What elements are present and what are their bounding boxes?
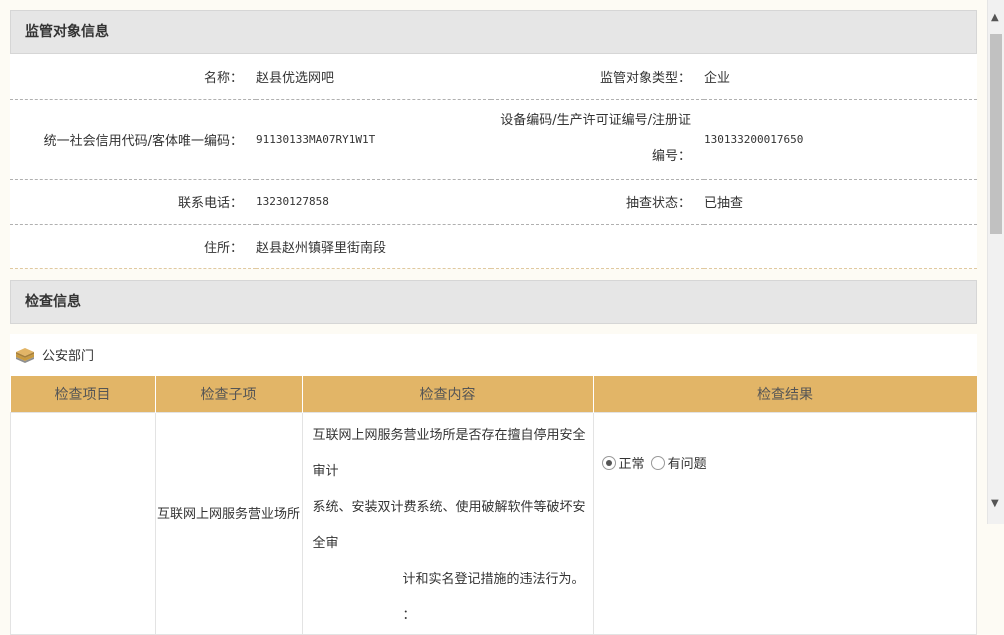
- supervision-section-title: 监管对象信息: [10, 10, 977, 54]
- address-value: 赵县赵州镇驿里街南段: [256, 224, 977, 269]
- scroll-up-icon[interactable]: ▲: [991, 12, 999, 24]
- main-content: 监管对象信息 名称： 赵县优选网吧 监管对象类型： 企业 统一社会信用代码/客体…: [10, 0, 977, 635]
- status-value: 已抽查: [704, 179, 977, 225]
- device-label-line2: 编号：: [651, 149, 691, 164]
- radio-normal-label: 正常: [618, 456, 645, 472]
- type-label: 监管对象类型：: [491, 54, 704, 100]
- name-label: 名称：: [10, 54, 256, 100]
- address-label: 住所：: [10, 224, 256, 269]
- check-item-cell: [10, 411, 156, 635]
- radio-normal[interactable]: [601, 455, 616, 470]
- name-value: 赵县优选网吧: [256, 54, 491, 100]
- info-row-phone: 联系电话： 13230127858 抽查状态： 已抽查: [10, 179, 977, 225]
- check-table: 检查项目 检查子项 检查内容 检查结果 互联网上网服务营业场所 互联网上网服务营…: [10, 375, 977, 635]
- phone-value: 13230127858: [256, 179, 491, 225]
- scrollbar-thumb[interactable]: [990, 34, 1002, 234]
- radio-problem-label: 有问题: [667, 456, 707, 472]
- check-result-cell: 正常 有问题: [592, 411, 977, 635]
- header-check-subitem: 检查子项: [155, 375, 303, 412]
- scroll-down-icon[interactable]: ▼: [991, 498, 999, 510]
- check-table-header: 检查项目 检查子项 检查内容 检查结果: [10, 375, 977, 412]
- content-line-2: 系统、安装双计费系统、使用破解软件等破坏安全审: [312, 499, 586, 551]
- credit-value: 91130133MA07RY1W1T: [256, 99, 491, 180]
- header-check-result: 检查结果: [593, 375, 977, 412]
- info-row-address: 住所： 赵县赵州镇驿里街南段: [10, 224, 977, 269]
- type-value: 企业: [704, 54, 977, 100]
- content-line-3: 计和实名登记措施的违法行为。 ：: [402, 571, 585, 623]
- radio-problem[interactable]: [650, 455, 665, 470]
- status-label: 抽查状态：: [491, 179, 704, 225]
- department-bar: 公安部门: [10, 333, 977, 376]
- inspection-section-title: 检查信息: [10, 279, 977, 324]
- header-check-item: 检查项目: [10, 375, 156, 412]
- header-check-content: 检查内容: [302, 375, 594, 412]
- table-row: 互联网上网服务营业场所 互联网上网服务营业场所是否存在擅自停用安全审计 系统、安…: [10, 411, 977, 635]
- content-line-1: 互联网上网服务营业场所是否存在擅自停用安全审计: [312, 427, 586, 479]
- stack-layers-icon: [16, 347, 34, 363]
- vertical-scrollbar[interactable]: ▲ ▼: [987, 0, 1004, 524]
- department-name: 公安部门: [42, 349, 95, 364]
- phone-label: 联系电话：: [10, 179, 256, 225]
- check-content-cell: 互联网上网服务营业场所是否存在擅自停用安全审计 系统、安装双计费系统、使用破解软…: [301, 411, 594, 635]
- info-row-credit: 统一社会信用代码/客体唯一编码： 91130133MA07RY1W1T 设备编码…: [10, 99, 977, 180]
- info-row-name: 名称： 赵县优选网吧 监管对象类型： 企业: [10, 54, 977, 100]
- device-label: 设备编码/生产许可证编号/注册证 编号：: [491, 99, 704, 180]
- supervision-info-table: 名称： 赵县优选网吧 监管对象类型： 企业 统一社会信用代码/客体唯一编码： 9…: [10, 54, 977, 269]
- device-label-line1: 设备编码/生产许可证编号/注册证: [500, 113, 691, 128]
- device-value: 130133200017650: [704, 99, 977, 180]
- check-subitem-cell: 互联网上网服务营业场所: [154, 411, 303, 635]
- credit-label: 统一社会信用代码/客体唯一编码：: [10, 99, 256, 180]
